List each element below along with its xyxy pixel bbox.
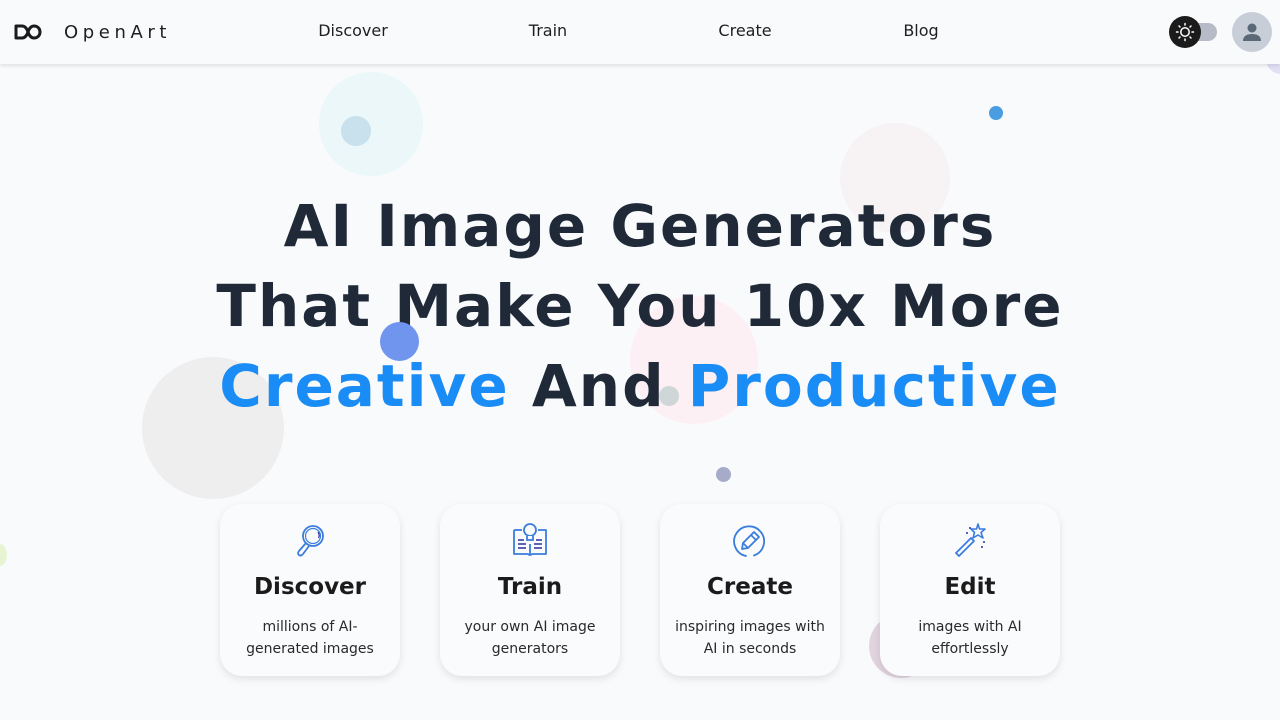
card-description: your own AI image generators — [464, 619, 596, 657]
deco-circle-teal-small — [341, 116, 371, 146]
deco-circle-teal-large — [319, 72, 423, 176]
hero-line-3: Creative And Productive — [0, 346, 1280, 426]
nav-discover[interactable]: Discover — [318, 21, 388, 40]
card-description: inspiring images with AI in seconds — [675, 619, 825, 657]
card-title: Discover — [253, 574, 367, 600]
nav-train[interactable]: Train — [529, 21, 567, 40]
hero-line-2: That Make You 10x More — [216, 272, 1064, 340]
feature-card-train[interactable]: Train your own AI image generators — [440, 504, 620, 676]
feature-card-edit[interactable]: Edit images with AI effortlessly — [880, 504, 1060, 676]
hero-heading: AI Image Generators That Make You 10x Mo… — [0, 186, 1280, 426]
brand-name: OpenArt — [64, 21, 172, 43]
top-navbar: OpenArt Discover Train Create Blog — [0, 0, 1280, 64]
user-icon — [1243, 23, 1261, 41]
pencil-circle-icon — [733, 525, 765, 557]
hero-accent-creative: Creative — [219, 352, 510, 420]
nav-blog[interactable]: Blog — [903, 21, 938, 40]
hero-and: And — [531, 352, 666, 420]
sun-icon — [1175, 22, 1195, 42]
card-description: millions of AI-generated images — [246, 619, 374, 657]
hero-accent-productive: Productive — [687, 352, 1061, 420]
infinity-logo-icon — [14, 24, 42, 40]
book-lightbulb-icon — [513, 523, 547, 556]
card-title: Train — [497, 574, 563, 600]
brand-logo[interactable]: OpenArt — [12, 18, 171, 46]
feature-card-discover[interactable]: Discover millions of AI-generated images — [220, 504, 400, 676]
magic-wand-icon — [955, 523, 986, 557]
hero-line-1: AI Image Generators — [283, 192, 997, 260]
deco-dot-lime — [0, 544, 7, 566]
card-title: Create — [707, 574, 793, 600]
feature-card-create[interactable]: Create inspiring images with AI in secon… — [660, 504, 840, 676]
user-avatar-button[interactable] — [1232, 12, 1272, 52]
theme-toggle[interactable] — [1169, 16, 1219, 48]
deco-dot-slate — [716, 467, 731, 482]
toggle-knob — [1169, 16, 1201, 48]
deco-dot-blue — [989, 106, 1003, 120]
card-title: Edit — [944, 574, 996, 600]
deco-dot-grey — [659, 386, 679, 406]
card-description: images with AI effortlessly — [918, 619, 1022, 657]
nav-create[interactable]: Create — [718, 21, 771, 40]
deco-dot-indigo — [380, 322, 419, 361]
magnifier-icon — [297, 525, 324, 557]
